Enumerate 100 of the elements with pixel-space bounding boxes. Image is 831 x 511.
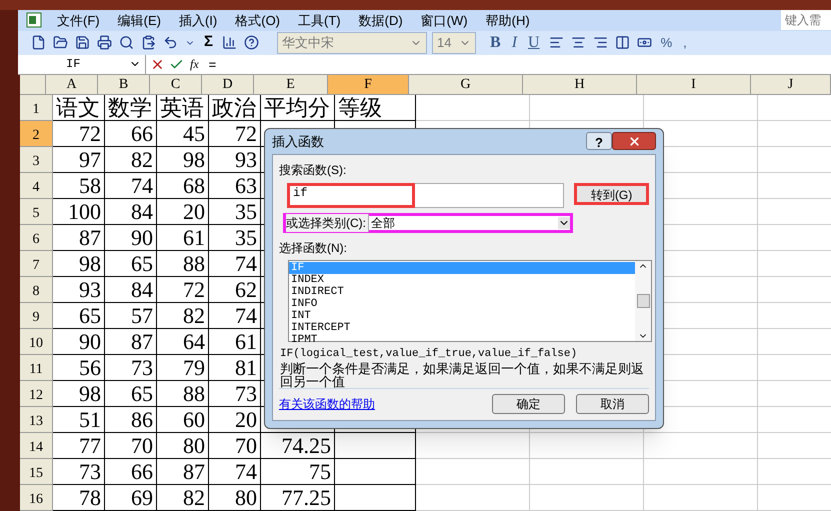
cancel-button[interactable]: 取消	[576, 394, 649, 414]
help-link[interactable]: 有关该函数的帮助	[279, 394, 375, 412]
row-header[interactable]: 7	[20, 251, 53, 277]
table-cell: 88	[157, 251, 209, 277]
function-item[interactable]: INT	[289, 310, 635, 322]
table-cell: 65	[105, 251, 157, 277]
scrollbar-thumb[interactable]	[636, 294, 650, 308]
function-item[interactable]: IPMT	[289, 334, 635, 346]
search-field[interactable]: if	[287, 182, 564, 208]
table-cell: 100	[53, 199, 105, 225]
table-cell: 45	[157, 121, 209, 147]
font-dropdown[interactable]: 华文中宋	[277, 32, 428, 54]
column-header[interactable]: B	[98, 75, 150, 95]
search-label: 搜索函数(S):	[279, 162, 348, 178]
function-item[interactable]: INDEX	[289, 274, 635, 286]
table-cell: 82	[105, 147, 157, 173]
table-cell: 93	[209, 147, 261, 173]
scrollbar[interactable]	[635, 260, 651, 340]
table-cell: 81	[209, 355, 261, 381]
table-cell: 79	[157, 355, 209, 381]
column-header[interactable]: C	[150, 75, 202, 95]
table-cell: 82	[157, 303, 209, 329]
table-cell: 74	[209, 459, 261, 485]
table-cell: 87	[157, 459, 209, 485]
table-cell: 72	[157, 277, 209, 303]
table-cell: 20	[209, 407, 261, 433]
function-list-label: 选择函数(N):	[279, 240, 348, 256]
table-cell: 57	[105, 303, 157, 329]
menu-item[interactable]: 文件(F)	[48, 10, 109, 30]
row-header[interactable]: 13	[20, 407, 53, 433]
table-cell: 74	[209, 303, 261, 329]
row-header[interactable]: 3	[20, 147, 53, 173]
column-header[interactable]: A	[46, 75, 98, 95]
column-header[interactable]: F	[328, 75, 409, 95]
table-cell: 86	[105, 407, 157, 433]
row-header[interactable]: 11	[20, 355, 53, 381]
table-cell: 66	[105, 121, 157, 147]
function-item[interactable]: INDIRECT	[289, 286, 635, 298]
table-cell: 平均分	[261, 95, 335, 121]
menu-item[interactable]: 编辑(E)	[108, 10, 170, 30]
help-search-field[interactable]: 键入需	[781, 10, 831, 30]
close-button[interactable]	[612, 132, 656, 150]
insert-function-button[interactable]: fx	[190, 55, 199, 74]
column-header[interactable]: J	[751, 75, 831, 95]
close-icon[interactable]	[628, 134, 640, 148]
column-header[interactable]: E	[254, 75, 328, 95]
table-cell: 73	[105, 355, 157, 381]
formula-field[interactable]: =	[208, 54, 216, 74]
function-item[interactable]: INTERCEPT	[289, 322, 635, 334]
table-cell: 97	[53, 147, 105, 173]
row-header[interactable]: 6	[20, 225, 53, 251]
row-header[interactable]: 1	[20, 95, 53, 121]
menu-item[interactable]: 格式(O)	[226, 10, 290, 30]
help-button[interactable]: ?	[586, 132, 612, 150]
row-header[interactable]: 10	[20, 329, 53, 355]
table-cell: 78	[53, 485, 105, 511]
table-cell: 70	[209, 433, 261, 459]
ok-button[interactable]: 确定	[492, 394, 565, 414]
comma-button[interactable]: ,	[678, 32, 692, 52]
row-header[interactable]: 9	[20, 303, 53, 329]
font-size-dropdown[interactable]: 14	[432, 32, 476, 54]
spreadsheet-icon[interactable]	[26, 12, 42, 28]
column-header[interactable]: G	[409, 75, 523, 95]
table-cell: 60	[157, 407, 209, 433]
row-header[interactable]: 5	[20, 199, 53, 225]
column-header[interactable]: H	[523, 75, 637, 95]
column-header[interactable]: I	[637, 75, 751, 95]
autosum-button[interactable]: Σ	[199, 31, 218, 54]
row-header[interactable]: 15	[20, 459, 53, 485]
category-dropdown[interactable]: 全部	[368, 214, 570, 232]
table-cell: 58	[53, 173, 105, 199]
table-cell: 英语	[157, 95, 209, 121]
table-cell: 政治	[209, 95, 261, 121]
row-header[interactable]: 14	[20, 433, 53, 459]
table-cell: 72	[53, 121, 105, 147]
row-header[interactable]: 8	[20, 277, 53, 303]
row-header[interactable]: 12	[20, 381, 53, 407]
table-cell: 84	[105, 277, 157, 303]
italic-button[interactable]: I	[506, 30, 522, 54]
menu-item[interactable]: 插入(I)	[170, 10, 226, 30]
menu-item[interactable]: 帮助(H)	[476, 10, 539, 30]
go-button[interactable]: 转到(G)	[574, 182, 649, 204]
table-cell: 70	[105, 433, 157, 459]
menu-item[interactable]: 窗口(W)	[412, 10, 477, 30]
table-cell: 82	[157, 485, 209, 511]
function-item[interactable]: INFO	[289, 298, 635, 310]
caret-icon[interactable]	[558, 216, 570, 228]
table-cell: 51	[53, 407, 105, 433]
bold-button[interactable]: B	[485, 30, 506, 54]
percent-button[interactable]: %	[656, 32, 678, 52]
table-cell: 语文	[53, 95, 105, 121]
row-header[interactable]: 16	[20, 485, 53, 511]
row-header[interactable]: 2	[20, 121, 53, 147]
table-cell: 90	[53, 329, 105, 355]
menu-item[interactable]: 数据(D)	[350, 10, 412, 30]
column-header[interactable]: D	[202, 75, 254, 95]
menu-item[interactable]: 工具(T)	[289, 10, 350, 30]
table-cell: 66	[105, 459, 157, 485]
underline-button[interactable]: U	[523, 30, 545, 54]
row-header[interactable]: 4	[20, 173, 53, 199]
